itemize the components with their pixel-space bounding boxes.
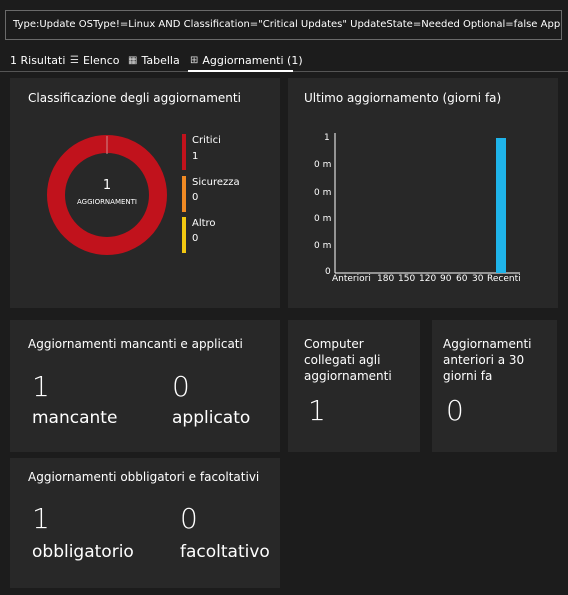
x-tick-label: Recenti [487,274,521,284]
mandatory-optional-panel[interactable]: Aggiornamenti obbligatori e facoltativi … [10,458,280,588]
x-tick-label: 30 [472,274,484,284]
legend-other-name: Altro [192,218,216,229]
chart-bar-recenti[interactable] [496,138,506,273]
legend-security-swatch [182,176,186,212]
x-tick-label: Anteriori [332,274,371,284]
legend-critical-swatch [182,134,186,170]
optional-count: 0 [180,502,198,535]
y-tick-label: 0 m [314,214,332,224]
tab-updates-label: Aggiornamenti (1) [202,54,303,67]
tab-results[interactable]: 1 Risultati [10,54,65,67]
x-tick-label: 60 [456,274,468,284]
computers-panel[interactable]: Computer collegati agli aggiornamenti 1 [288,320,420,452]
older-updates-count: 0 [446,394,464,427]
x-tick-label: 120 [419,274,437,284]
computers-title: Computer collegati agli aggiornamenti [304,337,392,383]
missing-count: 1 [32,370,50,403]
last-update-panel[interactable]: Ultimo aggiornamento (giorni fa) 1 0 m 0… [288,78,558,308]
classification-title: Classificazione degli aggiornamenti [28,91,241,105]
donut-center-value: 1 [102,178,112,193]
legend-security-name: Sicurezza [192,177,240,188]
query-input[interactable]: Type:Update OSType!=Linux AND Classifica… [5,10,562,40]
classification-panel[interactable]: Classificazione degli aggiornamenti 1 AG… [10,78,280,308]
x-tick-label: 150 [398,274,416,284]
computers-count: 1 [308,394,326,427]
active-tab-indicator [188,70,293,72]
donut-segment-critical [47,135,167,255]
y-tick-label: 0 m [314,188,332,198]
applied-count: 0 [172,370,190,403]
older-updates-panel[interactable]: Aggiornamenti anteriori a 30 giorni fa 0 [432,320,557,452]
table-icon: ▦ [128,55,138,66]
tab-table[interactable]: ▦ Tabella [128,54,180,67]
y-tick-label: 1 [324,133,330,143]
legend-security-value: 0 [192,192,199,203]
legend-other-value: 0 [192,233,199,244]
tab-results-label: 1 Risultati [10,54,66,67]
missing-applied-panel[interactable]: Aggiornamenti mancanti e applicati 1 man… [10,320,280,452]
tab-list-label: Elenco [82,54,120,67]
y-tick-label: 0 m [314,241,332,251]
tab-list[interactable]: ☰ Elenco [70,54,120,67]
older-updates-title: Aggiornamenti anteriori a 30 giorni fa [443,337,532,383]
mandatory-optional-title: Aggiornamenti obbligatori e facoltativi [28,470,260,484]
updates-icon: ⊞ [190,55,199,66]
mandatory-label: obbligatorio [32,542,134,562]
x-tick-label: 90 [440,274,452,284]
optional-label: facoltativo [180,542,270,562]
list-icon: ☰ [70,55,79,66]
result-tabs: 1 Risultati ☰ Elenco ▦ Tabella ⊞ Aggiorn… [0,50,568,72]
donut-center-label: AGGIORNAMENTI [76,198,138,206]
legend-critical-name: Critici [192,135,221,146]
legend-critical-value: 1 [192,151,199,162]
y-tick-label: 0 [325,267,331,277]
x-tick-label: 180 [377,274,395,284]
classification-donut[interactable] [46,134,168,256]
tab-table-label: Tabella [141,54,180,67]
mandatory-count: 1 [32,502,50,535]
applied-label: applicato [172,408,251,428]
tab-updates[interactable]: ⊞ Aggiornamenti (1) [190,54,303,67]
missing-applied-title: Aggiornamenti mancanti e applicati [28,337,243,351]
y-tick-label: 0 m [314,160,332,170]
legend-other-swatch [182,217,186,253]
missing-label: mancante [32,408,118,428]
